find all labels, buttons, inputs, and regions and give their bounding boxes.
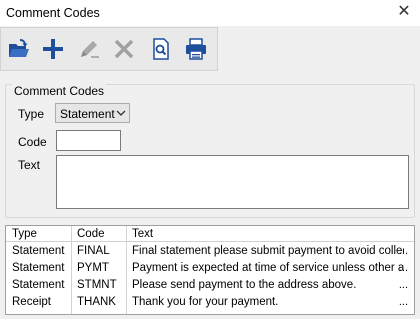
preview-button[interactable] xyxy=(146,34,176,64)
type-select[interactable]: Statement xyxy=(55,103,130,123)
edit-icon xyxy=(81,41,99,58)
group-label: Comment Codes xyxy=(12,84,107,98)
table-row[interactable]: Statement FINAL Final statement please s… xyxy=(6,243,414,260)
comment-codes-table[interactable]: Type Code Text Statement FINAL Final sta… xyxy=(5,225,415,315)
cell-type: Statement xyxy=(12,279,65,291)
column-header-code[interactable]: Code xyxy=(73,226,125,242)
window-title: Comment Codes xyxy=(6,6,100,20)
type-label: Type xyxy=(18,107,45,121)
cell-text: Payment is expected at time of service u… xyxy=(132,262,404,274)
title-bar: Comment Codes ✕ xyxy=(0,0,420,26)
print-button[interactable] xyxy=(181,34,211,64)
cell-text: Please send payment to the address above… xyxy=(132,279,357,291)
cell-code: PYMT xyxy=(77,262,109,274)
cell-more[interactable]: ... xyxy=(399,243,408,259)
add-icon xyxy=(43,39,63,59)
open-icon xyxy=(9,39,29,57)
cell-more[interactable]: ... xyxy=(399,294,408,310)
cell-more[interactable]: ... xyxy=(399,277,408,293)
delete-icon xyxy=(114,39,134,59)
column-header-text[interactable]: Text xyxy=(128,226,328,242)
edit-button[interactable] xyxy=(74,34,104,64)
table-row[interactable]: Statement STMNT Please send payment to t… xyxy=(6,277,414,294)
toolbar xyxy=(0,27,218,71)
cell-text: Thank you for your payment. xyxy=(132,296,279,308)
table-header: Type Code Text xyxy=(6,226,414,242)
table-row[interactable]: Statement PYMT Payment is expected at ti… xyxy=(6,260,414,277)
code-field[interactable] xyxy=(56,130,121,151)
cell-more[interactable]: ... xyxy=(399,260,408,276)
cell-code: FINAL xyxy=(77,245,110,257)
cell-code: THANK xyxy=(77,296,116,308)
text-field[interactable] xyxy=(56,155,409,209)
open-button[interactable] xyxy=(4,34,34,64)
text-label: Text xyxy=(18,158,41,172)
add-button[interactable] xyxy=(38,34,68,64)
close-button[interactable]: ✕ xyxy=(394,2,414,22)
code-label: Code xyxy=(18,135,47,149)
cell-type: Receipt xyxy=(12,296,51,308)
cell-text: Final statement please submit payment to… xyxy=(132,245,404,257)
chevron-down-icon xyxy=(116,110,126,116)
column-header-type[interactable]: Type xyxy=(8,226,70,242)
cell-code: STMNT xyxy=(77,279,117,291)
preview-icon xyxy=(153,38,169,60)
type-select-value: Statement xyxy=(60,107,115,121)
cell-type: Statement xyxy=(12,262,65,274)
delete-button[interactable] xyxy=(109,34,139,64)
table-row[interactable]: Receipt THANK Thank you for your payment… xyxy=(6,294,414,311)
print-icon xyxy=(186,38,206,60)
cell-type: Statement xyxy=(12,245,65,257)
